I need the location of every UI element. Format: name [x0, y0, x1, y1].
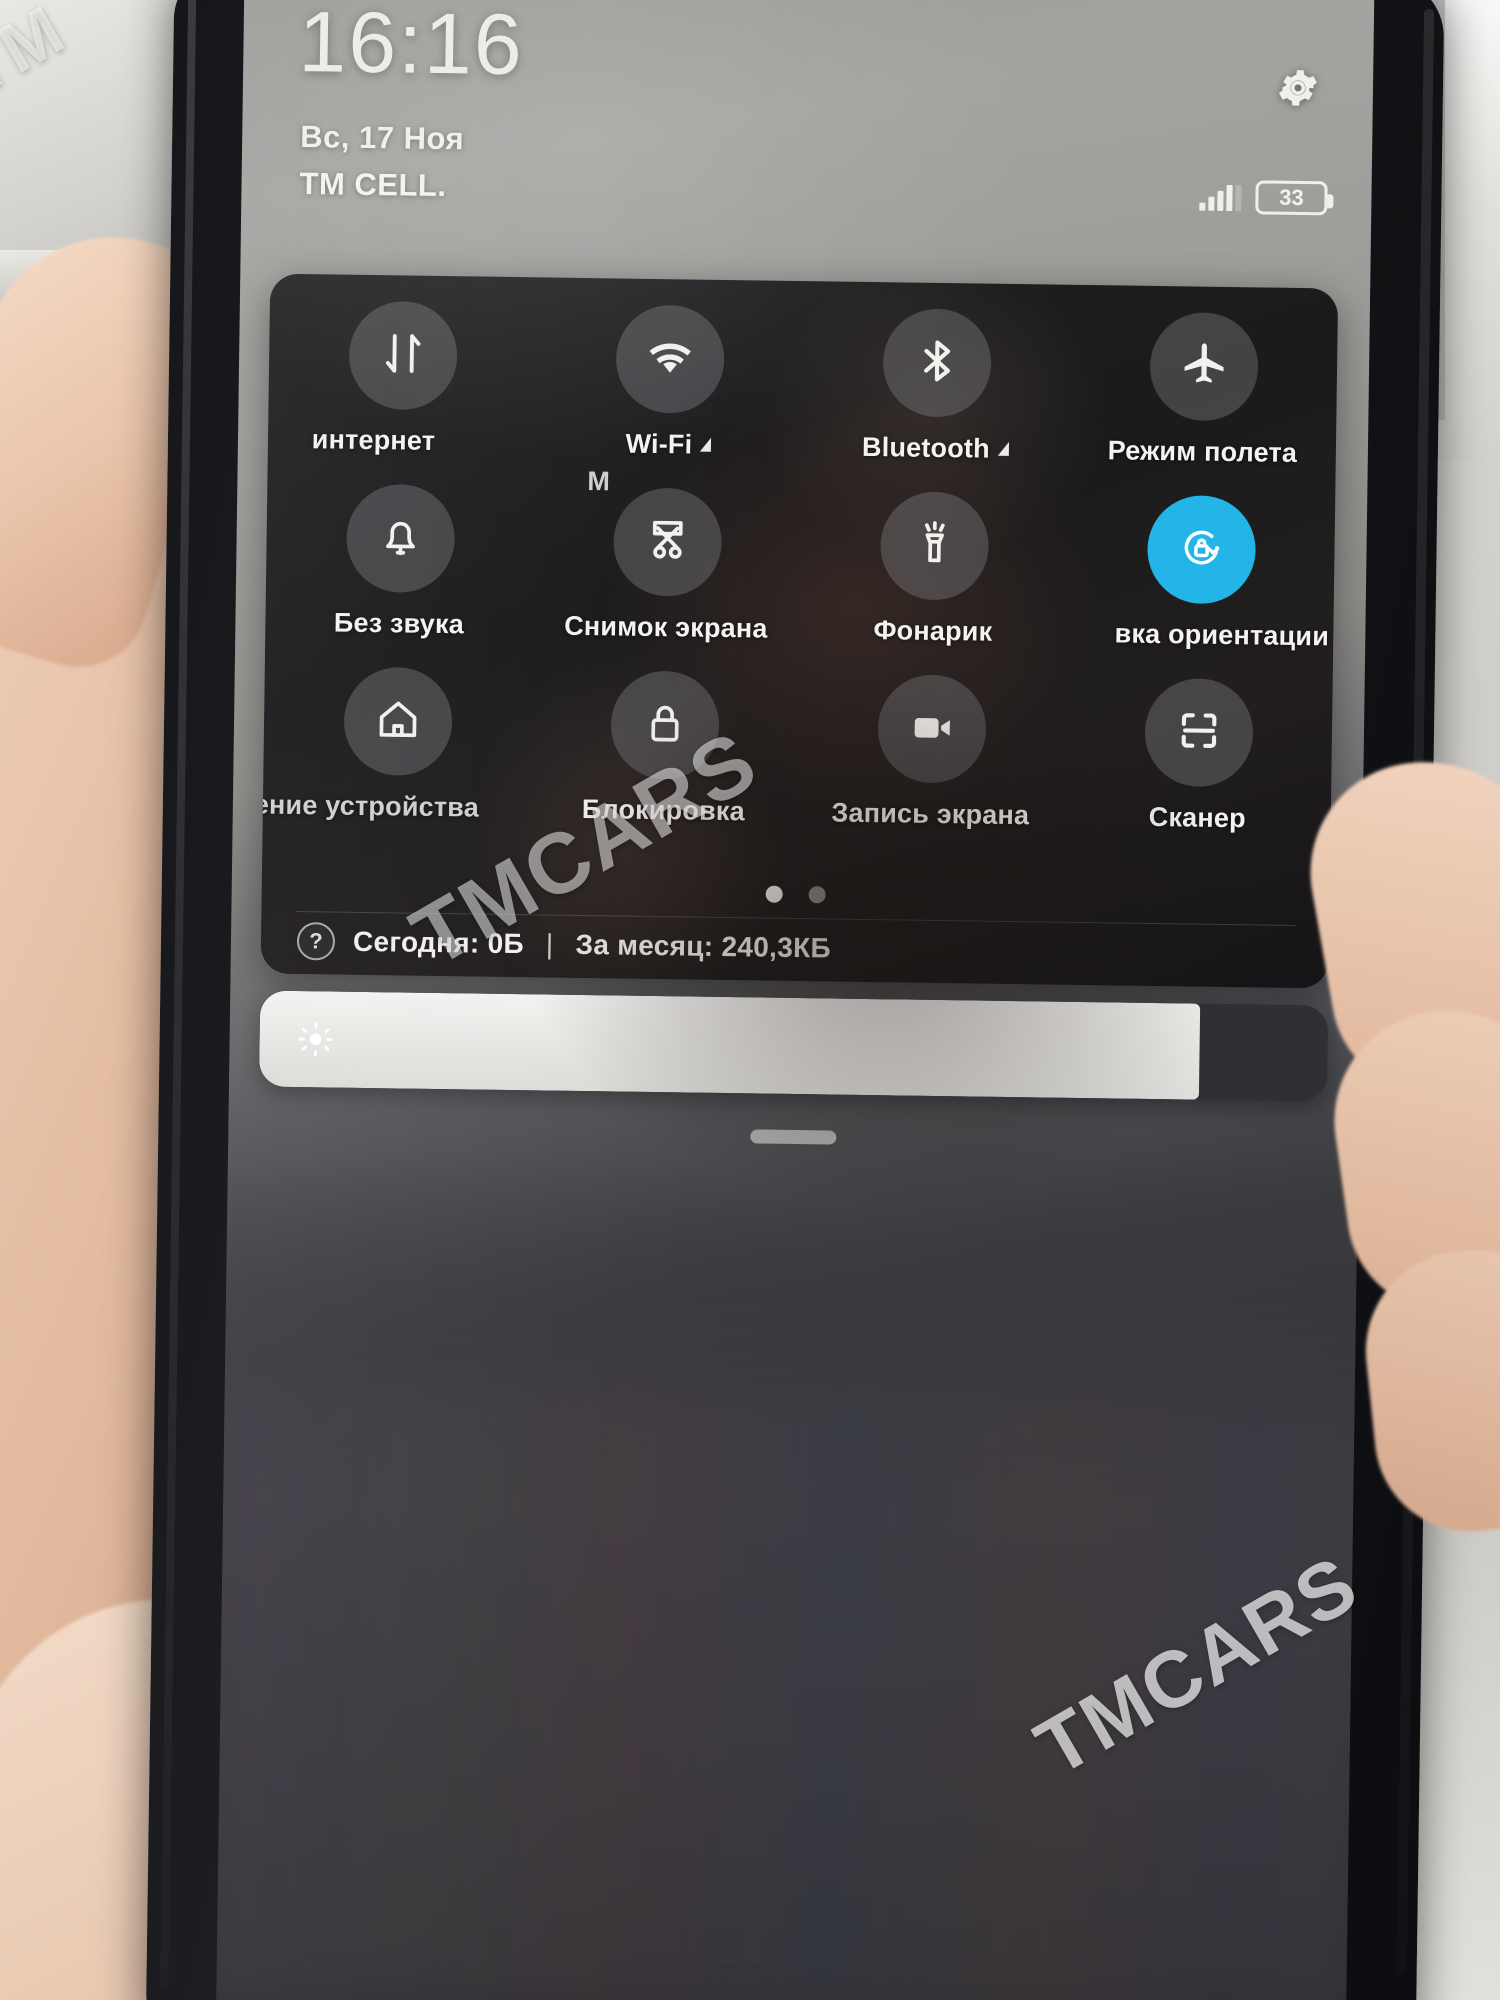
qs-tile-lock[interactable]: Блокировка	[530, 669, 799, 828]
qs-tile-label: Фонарик	[873, 615, 993, 647]
mobile-data-icon	[376, 327, 429, 385]
qs-tile-label-text: Wi-Fi	[625, 428, 693, 460]
qs-tile-label: Режим полета	[1107, 435, 1298, 468]
phone-body: 16:16 Вс, 17 Ноя TM CELL. 33 интернет Wi…	[145, 0, 1445, 2000]
qs-tile-icon-wrap	[347, 300, 458, 411]
qs-tile-label: вка ориентации	[1114, 618, 1330, 652]
qs-tile-label: Без звука	[333, 607, 465, 640]
qs-tile-icon-wrap	[881, 308, 992, 418]
qs-tile-wifi[interactable]: Wi-Fi	[535, 303, 804, 462]
qs-tile-rotation-lock[interactable]: вка ориентации	[1066, 494, 1335, 653]
qs-tile-label: Блокировка	[581, 794, 746, 827]
qs-tile-airplane-mode[interactable]: Режим полета	[1069, 311, 1338, 470]
rotation-lock-icon	[1175, 521, 1228, 579]
qs-tile-label: Снимок экрана	[563, 610, 768, 644]
data-usage-separator: |	[545, 928, 554, 960]
screenshot-scissors-icon	[641, 513, 694, 571]
battery-icon: 33	[1255, 180, 1328, 216]
chevron-expand-icon[interactable]	[700, 437, 712, 452]
signal-bars-icon	[1199, 183, 1242, 212]
brightness-sun-icon	[293, 1017, 338, 1062]
qs-tile-icon-wrap	[1143, 677, 1254, 788]
drag-handle[interactable]	[750, 1129, 837, 1145]
qs-tile-icon-wrap	[876, 674, 987, 784]
home-device-icon	[371, 693, 424, 751]
qs-tile-icon-wrap	[879, 491, 989, 601]
qs-tile-label-text: Bluetooth	[861, 431, 991, 464]
qs-tile-icon-wrap	[342, 666, 453, 777]
chevron-expand-icon[interactable]	[997, 441, 1009, 456]
settings-gear-button[interactable]	[1271, 63, 1326, 118]
lock-icon	[638, 696, 691, 754]
qs-tile-bluetooth[interactable]: Bluetooth	[802, 307, 1071, 466]
phone-screen: 16:16 Вс, 17 Ноя TM CELL. 33 интернет Wi…	[215, 0, 1375, 2000]
qs-tile-icon-wrap-active	[1146, 494, 1256, 605]
gear-icon	[1273, 62, 1324, 118]
clock: 16:16	[297, 0, 525, 94]
screen-lower-shade	[215, 1150, 1358, 2000]
qs-tile-mobile-data[interactable]: интернет	[268, 300, 537, 459]
page-dot-2[interactable]	[808, 886, 826, 904]
qs-tile-icon-wrap	[609, 670, 720, 780]
qs-tile-icon-wrap	[345, 483, 455, 594]
qs-tile-icon-wrap	[1148, 311, 1259, 422]
brightness-slider[interactable]	[258, 990, 1329, 1102]
wifi-icon	[643, 330, 696, 388]
airplane-icon	[1177, 338, 1230, 396]
battery-percent-label: 33	[1279, 184, 1304, 211]
screen-record-icon	[905, 700, 958, 758]
qs-tile-scanner[interactable]: Сканер	[1064, 677, 1333, 836]
notification-shade-header: 16:16 Вс, 17 Ноя TM CELL. 33	[240, 0, 1374, 286]
bluetooth-icon	[910, 334, 963, 392]
quick-settings-page-dots[interactable]	[262, 879, 1330, 911]
qs-tile-screen-record[interactable]: Запись экрана	[797, 673, 1066, 832]
quick-settings-grid: интернет Wi-Fi Bluetooth Режим полета Бе…	[260, 300, 1338, 836]
qs-tile-device-control[interactable]: ение устройства	[260, 666, 532, 825]
qs-tile-flashlight[interactable]: Фонарик	[799, 490, 1068, 649]
brightness-slider-fill	[258, 990, 1201, 1100]
qs-tile-label: интернет	[311, 424, 436, 456]
scanner-icon	[1172, 704, 1225, 762]
flashlight-icon	[908, 517, 961, 575]
qs-tile-icon-wrap	[614, 304, 725, 414]
page-dot-1[interactable]	[765, 885, 783, 903]
status-indicators: 33	[1199, 180, 1328, 216]
data-usage-today: Сегодня: 0Б	[352, 925, 525, 960]
qs-tile-screenshot[interactable]: Снимок экрана	[532, 486, 801, 645]
qs-tile-label: ение устройства	[260, 789, 480, 823]
data-usage-text: Сегодня: 0Б | За месяц: 240,3КБ	[353, 926, 831, 965]
data-usage-row[interactable]: ? Сегодня: 0Б | За месяц: 240,3КБ	[296, 922, 831, 967]
quick-settings-panel: интернет Wi-Fi Bluetooth Режим полета Бе…	[260, 273, 1339, 989]
date-label: Вс, 17 Ноя	[299, 119, 465, 157]
bell-mute-icon	[374, 510, 427, 568]
screen-color-streaks	[216, 1390, 1355, 2000]
qs-tile-icon-wrap	[612, 487, 722, 597]
qs-tile-label: Сканер	[1148, 801, 1247, 834]
data-usage-month: За месяц: 240,3КБ	[575, 928, 832, 964]
carrier-label: TM CELL.	[299, 166, 447, 204]
qs-tile-label: Wi-Fi	[625, 428, 712, 461]
qs-tile-label: Bluetooth	[862, 432, 1009, 465]
question-mark-icon[interactable]: ?	[296, 922, 336, 961]
qs-partial-label-m: М	[587, 466, 611, 497]
qs-tile-silent[interactable]: Без звука	[265, 483, 534, 642]
photo-scene: 16:16 Вс, 17 Ноя TM CELL. 33 интернет Wi…	[0, 0, 1500, 2000]
qs-tile-label: Запись экрана	[831, 797, 1030, 831]
